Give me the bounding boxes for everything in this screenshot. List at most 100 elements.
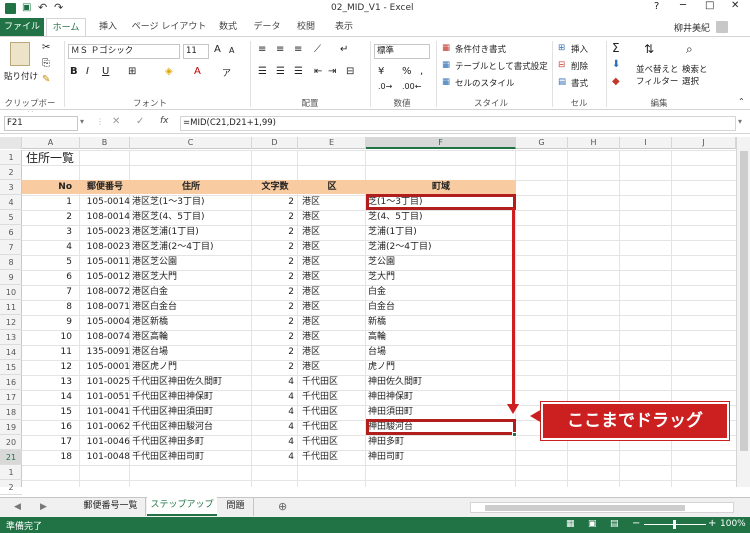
row-header[interactable]: 2 — [0, 165, 22, 180]
insert-cells-icon[interactable]: ⊞ — [558, 43, 565, 53]
header-zip[interactable]: 郵便番号 — [80, 180, 130, 195]
cell-chars[interactable]: 2 — [252, 360, 294, 375]
redo-icon[interactable]: ↷ — [54, 1, 63, 14]
cell-address[interactable]: 千代田区神田神保町 — [132, 390, 252, 405]
cell-ward[interactable]: 千代田区 — [302, 390, 366, 405]
row-header[interactable]: 9 — [0, 270, 22, 285]
cell-town[interactable]: 白金 — [368, 285, 514, 300]
cell-chars[interactable]: 2 — [252, 240, 294, 255]
undo-icon[interactable]: ↶ — [38, 1, 47, 14]
cell-ward[interactable]: 千代田区 — [302, 435, 366, 450]
cell-zip[interactable]: 105-0011 — [80, 255, 130, 270]
sort-filter-icon[interactable]: ⇅ — [644, 42, 654, 56]
underline-button[interactable]: U — [102, 66, 109, 77]
add-sheet-icon[interactable]: ⊕ — [278, 500, 287, 513]
cell-address[interactable]: 千代田区神田須田町 — [132, 405, 252, 420]
cell-zip[interactable]: 101-0062 — [80, 420, 130, 435]
cell-address[interactable]: 千代田区神田司町 — [132, 450, 252, 465]
align-middle-icon[interactable]: ≡ — [276, 44, 284, 55]
row-header[interactable]: 21 — [0, 450, 22, 465]
avatar[interactable] — [716, 21, 728, 33]
cell-town[interactable]: 台場 — [368, 345, 514, 360]
cell-address[interactable]: 港区虎ノ門 — [132, 360, 252, 375]
cell-ward[interactable]: 港区 — [302, 360, 366, 375]
prev-sheet-icon[interactable]: ◀ — [14, 502, 21, 512]
collapse-ribbon-icon[interactable]: ⌃ — [738, 97, 745, 106]
cell-chars[interactable]: 2 — [252, 195, 294, 210]
wrap-text-icon[interactable]: ↵ — [340, 44, 348, 55]
cell-address[interactable]: 港区芝公園 — [132, 255, 252, 270]
cell-zip[interactable]: 101-0051 — [80, 390, 130, 405]
cell-chars[interactable]: 2 — [252, 270, 294, 285]
active-cell-highlight[interactable] — [366, 419, 516, 435]
row-header[interactable]: 5 — [0, 210, 22, 225]
cell-no[interactable]: 8 — [22, 300, 72, 315]
indent-increase-icon[interactable]: ⇥ — [328, 66, 336, 77]
row-header[interactable]: 1 — [0, 150, 22, 165]
cell-ward[interactable]: 港区 — [302, 195, 366, 210]
cell-ward[interactable]: 港区 — [302, 330, 366, 345]
minimize-icon[interactable]: ─ — [680, 0, 686, 11]
sheet-tab-active[interactable]: ステップアップ — [147, 497, 217, 516]
zoom-level[interactable]: 100% — [720, 519, 746, 529]
sort-button-label[interactable]: 並べ替えと — [636, 63, 679, 75]
vertical-scrollbar[interactable] — [736, 137, 750, 487]
cell-town[interactable]: 芝浦(2～4丁目) — [368, 240, 514, 255]
tab-review[interactable]: 校閲 — [288, 18, 324, 36]
align-top-icon[interactable]: ≡ — [258, 44, 266, 55]
select-all-corner[interactable] — [0, 137, 22, 149]
help-icon[interactable]: ? — [654, 1, 659, 12]
cell-address[interactable]: 港区白金台 — [132, 300, 252, 315]
cell-chars[interactable]: 4 — [252, 435, 294, 450]
header-no[interactable]: No — [22, 180, 72, 195]
insert-function-button[interactable]: fx — [160, 116, 169, 126]
cell-town[interactable]: 神田多町 — [368, 435, 514, 450]
cell-zip[interactable]: 105-0001 — [80, 360, 130, 375]
indent-decrease-icon[interactable]: ⇤ — [314, 66, 322, 77]
cell-styles-icon[interactable]: ▦ — [442, 77, 450, 87]
cell-no[interactable]: 17 — [22, 435, 72, 450]
cell-chars[interactable]: 4 — [252, 390, 294, 405]
paste-button-label[interactable]: 貼り付け — [4, 70, 38, 82]
copy-icon[interactable]: ⎘ — [42, 58, 50, 69]
row-header[interactable]: 1 — [0, 465, 22, 480]
format-painter-icon[interactable]: ✎ — [42, 74, 50, 85]
tab-formulas[interactable]: 数式 — [210, 18, 246, 36]
find-button-label[interactable]: 検索と — [682, 63, 708, 75]
cell-address[interactable]: 千代田区神田多町 — [132, 435, 252, 450]
row-header[interactable]: 7 — [0, 240, 22, 255]
clear-icon[interactable]: ◆ — [612, 76, 620, 87]
cell-chars[interactable]: 2 — [252, 345, 294, 360]
cell-ward[interactable]: 港区 — [302, 270, 366, 285]
cell-town[interactable]: 芝(4、5丁目) — [368, 210, 514, 225]
cell-ward[interactable]: 港区 — [302, 300, 366, 315]
cell-no[interactable]: 11 — [22, 345, 72, 360]
cell-town[interactable]: 白金台 — [368, 300, 514, 315]
horizontal-scroll-thumb[interactable] — [485, 505, 685, 511]
cell-zip[interactable]: 135-0091 — [80, 345, 130, 360]
phonetic-icon[interactable]: ア — [222, 66, 231, 79]
header-chars[interactable]: 文字数 — [252, 180, 298, 195]
cell-styles-button[interactable]: セルのスタイル — [455, 77, 515, 89]
zoom-out-icon[interactable]: − — [632, 518, 640, 529]
fill-icon[interactable]: ⬇ — [612, 59, 620, 70]
cell-zip[interactable]: 105-0012 — [80, 270, 130, 285]
cell-chars[interactable]: 4 — [252, 405, 294, 420]
filter-button-label[interactable]: フィルター — [636, 75, 678, 87]
cell-ward[interactable]: 港区 — [302, 240, 366, 255]
row-header[interactable]: 8 — [0, 255, 22, 270]
cell-address[interactable]: 港区芝(1～3丁目) — [132, 195, 252, 210]
cell-ward[interactable]: 港区 — [302, 345, 366, 360]
cell-town[interactable]: 高輪 — [368, 330, 514, 345]
comma-button[interactable]: , — [420, 66, 423, 77]
row-header[interactable]: 4 — [0, 195, 22, 210]
enter-icon[interactable]: ✓ — [136, 116, 144, 127]
currency-icon[interactable]: ¥ — [378, 66, 384, 77]
user-name[interactable]: 柳井美紀 — [674, 21, 710, 34]
merge-center-icon[interactable]: ⊟ — [346, 66, 354, 77]
cell-town[interactable]: 新橋 — [368, 315, 514, 330]
next-sheet-icon[interactable]: ▶ — [40, 502, 47, 512]
cell-no[interactable]: 9 — [22, 315, 72, 330]
row-header[interactable]: 6 — [0, 225, 22, 240]
cell-no[interactable]: 4 — [22, 240, 72, 255]
